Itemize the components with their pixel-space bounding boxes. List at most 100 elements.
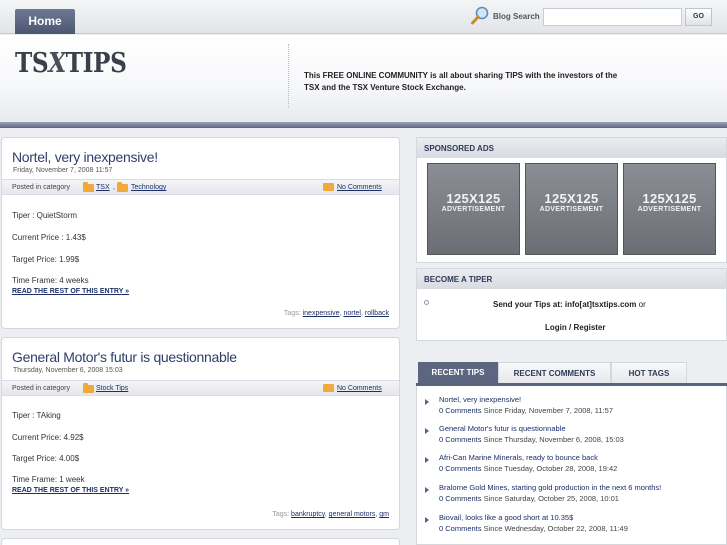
send-tips-email: Send your Tips at: info[at]tsxtips.com: [493, 300, 637, 309]
top-navigation-bar: Home Blog Search GO: [0, 0, 727, 34]
read-more-link[interactable]: READ THE REST OF THIS ENTRY »: [12, 487, 129, 494]
tip-title-link[interactable]: General Motor's futur is questionnable: [439, 424, 566, 433]
tag-link[interactable]: bankruptcy: [291, 511, 325, 518]
post-field-current-price: Current Price: 4.92$: [12, 433, 84, 442]
post-field-target-price: Target Price: 1.99$: [12, 255, 80, 264]
ad-banner[interactable]: 125X125 ADVERTISEMENT: [623, 163, 716, 255]
tip-comments-link[interactable]: 0 Comments: [439, 406, 482, 415]
tab-recent-tips[interactable]: RECENT TIPS: [418, 362, 498, 383]
post-field-target-price: Target Price: 4.00$: [12, 454, 80, 463]
tag-link[interactable]: gm: [379, 511, 389, 518]
ad-size: 125X125: [544, 191, 599, 206]
logo-text-left: TS: [15, 48, 49, 79]
post-card: [1, 538, 400, 545]
ad-word: ADVERTISEMENT: [539, 206, 604, 213]
category-link-stock-tips[interactable]: Stock Tips: [96, 385, 128, 392]
folder-icon: [83, 383, 94, 393]
category-separator: ,: [113, 184, 115, 191]
login-link[interactable]: Login: [545, 323, 567, 332]
post-title[interactable]: Nortel, very inexpensive!: [12, 149, 158, 165]
tab-hot-tags[interactable]: HOT TAGS: [611, 362, 687, 383]
tag-link[interactable]: inexpensive: [303, 310, 340, 317]
send-tips-or: or: [638, 300, 646, 309]
tip-meta: 0 Comments Since Saturday, October 25, 2…: [439, 494, 619, 503]
tip-meta: 0 Comments Since Tuesday, October 28, 20…: [439, 464, 617, 473]
folder-icon: [117, 182, 128, 192]
tip-meta: 0 Comments Since Wednesday, October 22, …: [439, 524, 628, 533]
tip-title-link[interactable]: Afri-Can Marine Minerals, ready to bounc…: [439, 453, 598, 462]
read-more-link[interactable]: READ THE REST OF THIS ENTRY »: [12, 288, 129, 295]
ad-banner[interactable]: 125X125 ADVERTISEMENT: [427, 163, 520, 255]
posted-in-label: Posted in category: [12, 184, 70, 191]
tip-since: Since Thursday, November 6, 2008, 15:03: [483, 435, 624, 444]
comments-link[interactable]: No Comments: [337, 385, 382, 392]
tip-title-link[interactable]: Biovail, looks like a good short at 10.3…: [439, 513, 573, 522]
site-logo[interactable]: TSXTIPS: [15, 48, 127, 79]
category-link-tsx[interactable]: TSX: [96, 184, 110, 191]
search-icon: [471, 6, 489, 25]
post-card: General Motor's futur is questionnable T…: [1, 337, 400, 530]
tip-since: Since Friday, November 7, 2008, 11:57: [483, 406, 613, 415]
post-field-current-price: Current Price : 1.43$: [12, 233, 86, 242]
comment-icon: [323, 384, 334, 392]
sidebar-tab-strip: RECENT TIPS RECENT COMMENTS HOT TAGS: [416, 362, 727, 386]
ad-size: 125X125: [446, 191, 501, 206]
posted-in-label: Posted in category: [12, 385, 70, 392]
tip-since: Since Wednesday, October 22, 2008, 11:49: [483, 524, 628, 533]
become-tiper-heading: BECOME A TIPER: [417, 269, 726, 289]
comments-link[interactable]: No Comments: [337, 184, 382, 191]
tip-title-link[interactable]: Bralorne Gold Mines, starting gold produ…: [439, 483, 661, 492]
comment-icon: [323, 183, 334, 191]
post-category-bar: Posted in category TSX , Technology No C…: [2, 179, 399, 195]
header-divider-bar: [0, 122, 727, 128]
search-input[interactable]: [543, 8, 682, 26]
category-link-technology[interactable]: Technology: [131, 184, 166, 191]
arrow-right-icon: [425, 457, 429, 463]
tag-link[interactable]: general motors: [329, 511, 376, 518]
header-vertical-divider: [288, 44, 289, 108]
post-field-tiper: Tiper : TAking: [12, 411, 61, 420]
ad-word: ADVERTISEMENT: [441, 206, 506, 213]
tags-label: Tags:: [283, 310, 301, 317]
arrow-right-icon: [425, 428, 429, 434]
go-button[interactable]: GO: [685, 8, 712, 26]
post-tags: Tags: bankruptcy, general motors, gm: [272, 511, 389, 518]
register-link[interactable]: Register: [573, 323, 605, 332]
tab-recent-comments[interactable]: RECENT COMMENTS: [498, 362, 611, 383]
tip-comments-link[interactable]: 0 Comments: [439, 464, 482, 473]
logo-text-x: X: [48, 48, 66, 79]
tip-comments-link[interactable]: 0 Comments: [439, 435, 482, 444]
home-tab[interactable]: Home: [15, 9, 75, 34]
post-date: Thursday, November 6, 2008 15:03: [13, 367, 123, 374]
bullet-icon: [424, 300, 429, 305]
tip-comments-link[interactable]: 0 Comments: [439, 494, 482, 503]
post-title[interactable]: General Motor's futur is questionnable: [12, 349, 237, 365]
post-card: Nortel, very inexpensive! Friday, Novemb…: [1, 137, 400, 329]
tip-since: Since Saturday, October 25, 2008, 10:01: [483, 494, 619, 503]
tip-meta: 0 Comments Since Thursday, November 6, 2…: [439, 435, 624, 444]
tip-since: Since Tuesday, October 28, 2008, 19:42: [483, 464, 618, 473]
sponsored-ads-box: SPONSORED ADS 125X125 ADVERTISEMENT 125X…: [416, 137, 727, 263]
tags-label: Tags:: [272, 511, 290, 518]
ad-banner[interactable]: 125X125 ADVERTISEMENT: [525, 163, 618, 255]
send-tips-text: Send your Tips at: info[at]tsxtips.com o…: [493, 300, 646, 309]
logo-text-right: TIPS: [65, 48, 127, 79]
arrow-right-icon: [425, 487, 429, 493]
arrow-right-icon: [425, 399, 429, 405]
login-slash: /: [569, 323, 572, 332]
tip-comments-link[interactable]: 0 Comments: [439, 524, 482, 533]
search-label: Blog Search: [493, 12, 540, 21]
tag-link[interactable]: rollback: [365, 310, 389, 317]
post-tags: Tags: inexpensive, nortel, rollback: [283, 310, 389, 317]
arrow-right-icon: [425, 517, 429, 523]
tag-link[interactable]: nortel: [343, 310, 361, 317]
tip-meta: 0 Comments Since Friday, November 7, 200…: [439, 406, 613, 415]
sponsored-ads-heading: SPONSORED ADS: [417, 138, 726, 158]
become-tiper-box: BECOME A TIPER Send your Tips at: info[a…: [416, 268, 727, 341]
login-register: Login / Register: [545, 323, 606, 332]
post-field-time-frame: Time Frame: 1 week: [12, 475, 85, 484]
post-date: Friday, November 7, 2008 11:57: [13, 167, 113, 174]
tip-title-link[interactable]: Nortel, very inexpensive!: [439, 395, 521, 404]
ad-word: ADVERTISEMENT: [637, 206, 702, 213]
folder-icon: [83, 182, 94, 192]
